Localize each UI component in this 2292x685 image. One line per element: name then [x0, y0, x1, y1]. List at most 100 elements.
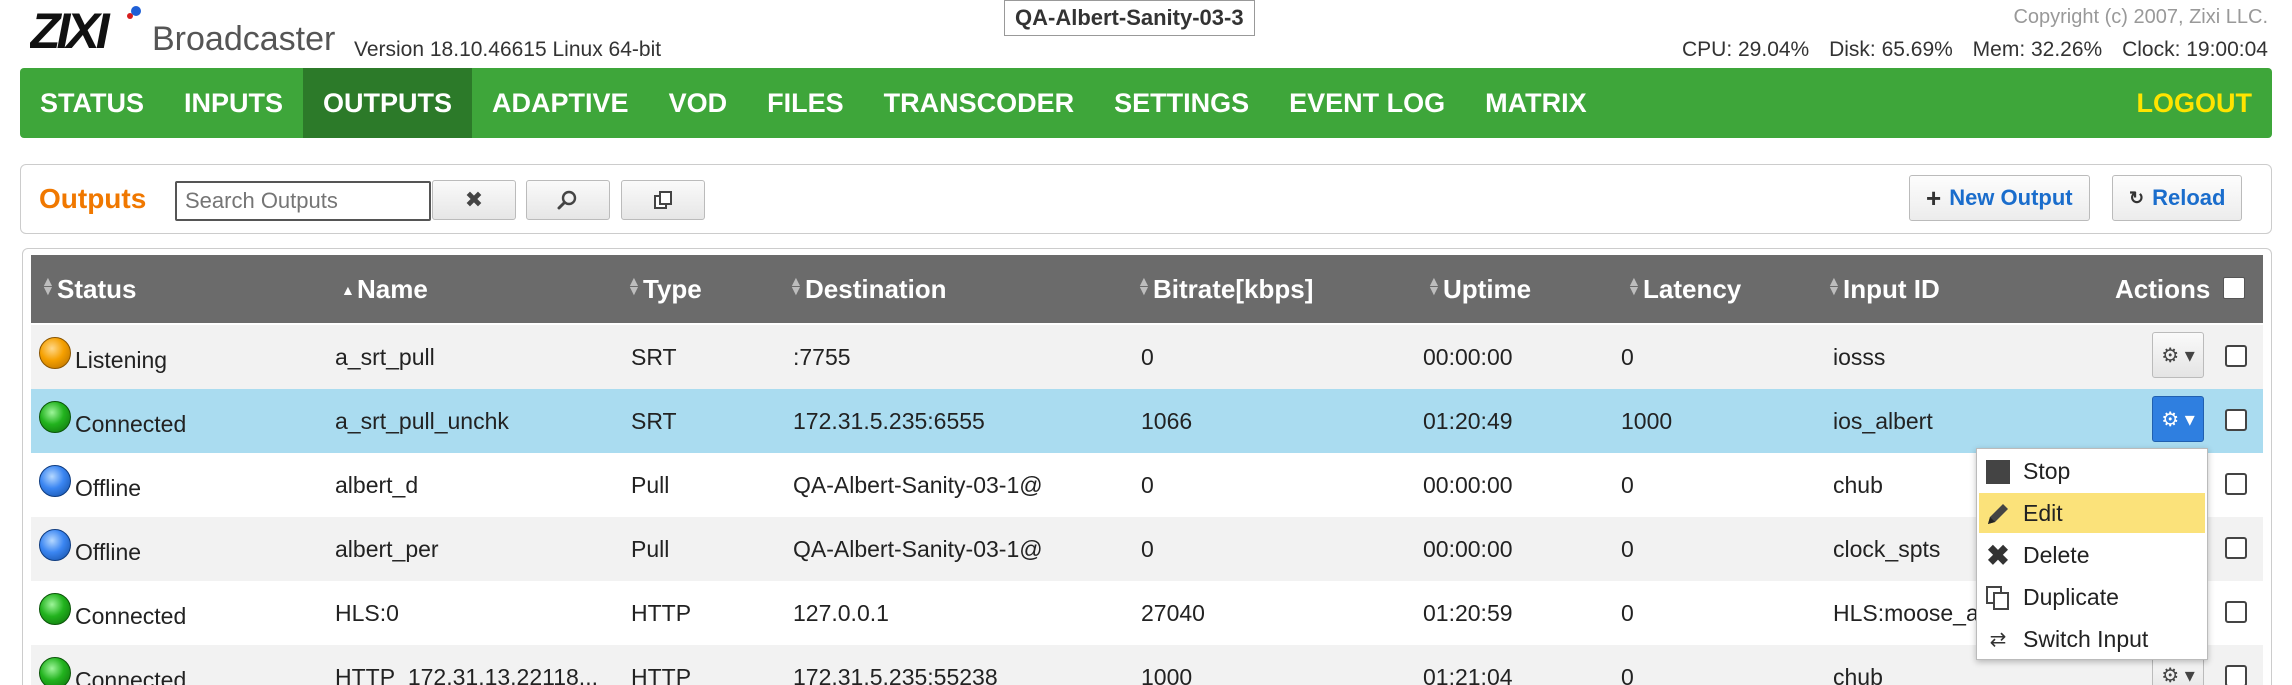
table-row[interactable]: Offline albert_per Pull QA-Albert-Sanity… — [31, 517, 2263, 581]
svg-text:ZIXI: ZIXI — [30, 3, 111, 59]
row-checkbox[interactable] — [2225, 409, 2247, 431]
menu-item-stop[interactable]: Stop — [1979, 451, 2205, 491]
status-orange-icon — [39, 337, 71, 369]
col-uptime[interactable]: ▲▼Uptime — [1427, 255, 1531, 323]
table-row[interactable]: Connected a_srt_pull_unchk SRT 172.31.5.… — [31, 389, 2263, 453]
input-id-cell: HLS:moose_a — [1833, 581, 1993, 645]
select-all-checkbox[interactable] — [2223, 277, 2245, 299]
type-cell: Pull — [631, 453, 669, 517]
col-destination[interactable]: ▲▼Destination — [789, 255, 947, 323]
col-input-id[interactable]: ▲▼Input ID — [1827, 255, 1940, 323]
status-blue-icon — [39, 465, 71, 497]
col-status[interactable]: ▲▼Status — [41, 255, 136, 323]
copy-icon — [652, 189, 674, 211]
nav-event-log[interactable]: EVENT LOG — [1269, 68, 1465, 138]
app-name: Broadcaster — [152, 20, 335, 59]
status-cell: Connected — [31, 581, 331, 645]
table-row[interactable]: Connected HLS:0 HTTP 127.0.0.1 27040 01:… — [31, 581, 2263, 645]
sort-asc-icon: ▲ — [341, 286, 351, 295]
status-green-icon — [39, 593, 71, 625]
main-nav: STATUS INPUTS OUTPUTS ADAPTIVE VOD FILES… — [20, 68, 2272, 138]
uptime-cell: 00:00:00 — [1423, 453, 1513, 517]
sort-both-icon: ▲▼ — [1137, 277, 1147, 295]
row-checkbox[interactable] — [2225, 537, 2247, 559]
table-row[interactable]: Offline albert_d Pull QA-Albert-Sanity-0… — [31, 453, 2263, 517]
new-output-label: New Output — [1949, 185, 2072, 211]
x-icon: ✖ — [1985, 543, 2011, 569]
bitrate-cell: 0 — [1141, 325, 1154, 389]
copy-button[interactable] — [621, 180, 705, 220]
nav-vod[interactable]: VOD — [649, 68, 748, 138]
row-actions-menu: Stop Edit ✖ Delete Duplicate ⇄ Switch In… — [1976, 448, 2208, 660]
destination-cell: 127.0.0.1 — [793, 581, 889, 645]
plus-icon: + — [1926, 183, 1941, 214]
sort-both-icon: ▲▼ — [1827, 277, 1837, 295]
menu-item-edit[interactable]: Edit — [1979, 493, 2205, 533]
latency-cell: 0 — [1621, 325, 1634, 389]
input-id-cell: ios_albert — [1833, 389, 1933, 453]
sort-both-icon: ▲▼ — [41, 277, 51, 295]
status-cell: Listening — [31, 325, 331, 389]
input-id-cell: iosss — [1833, 325, 1885, 389]
sort-both-icon: ▲▼ — [1627, 277, 1637, 295]
clear-search-button[interactable]: ✖ — [432, 180, 516, 220]
status-green-icon — [39, 657, 71, 685]
col-actions: Actions — [2115, 255, 2210, 323]
name-cell: a_srt_pull_unchk — [335, 389, 509, 453]
name-cell: albert_per — [335, 517, 439, 581]
app-header: ZIXI Broadcaster Version 18.10.46615 Lin… — [0, 0, 2292, 66]
bitrate-cell: 0 — [1141, 453, 1154, 517]
reload-label: Reload — [2152, 185, 2225, 211]
row-checkbox[interactable] — [2225, 665, 2247, 685]
uptime-cell: 00:00:00 — [1423, 325, 1513, 389]
nav-settings[interactable]: SETTINGS — [1094, 68, 1269, 138]
search-input[interactable] — [175, 181, 431, 221]
sort-both-icon: ▲▼ — [627, 277, 637, 295]
sort-both-icon: ▲▼ — [1427, 277, 1437, 295]
nav-transcoder[interactable]: TRANSCODER — [864, 68, 1095, 138]
type-cell: SRT — [631, 325, 677, 389]
stop-square-icon — [1985, 459, 2011, 485]
name-cell: albert_d — [335, 453, 418, 517]
latency-cell: 1000 — [1621, 389, 1672, 453]
magnifier-icon — [557, 189, 579, 211]
version-text: Version 18.10.46615 Linux 64-bit — [354, 38, 661, 62]
nav-outputs[interactable]: OUTPUTS — [303, 68, 472, 138]
reload-button[interactable]: ↻ Reload — [2112, 175, 2242, 221]
nav-matrix[interactable]: MATRIX — [1465, 68, 1607, 138]
table-row[interactable]: Connected HTTP_172.31.13.22118... HTTP 1… — [31, 645, 2263, 685]
destination-cell: :7755 — [793, 325, 851, 389]
row-checkbox[interactable] — [2225, 473, 2247, 495]
table-row[interactable]: Listening a_srt_pull SRT :7755 0 00:00:0… — [31, 325, 2263, 389]
status-cell: Offline — [31, 517, 331, 581]
nav-adaptive[interactable]: ADAPTIVE — [472, 68, 649, 138]
col-bitrate[interactable]: ▲▼Bitrate[kbps] — [1137, 255, 1313, 323]
name-cell: HLS:0 — [335, 581, 399, 645]
nav-status[interactable]: STATUS — [20, 68, 164, 138]
page-title: Outputs — [39, 183, 146, 215]
menu-item-switch-input[interactable]: ⇄ Switch Input — [1979, 619, 2205, 659]
nav-logout[interactable]: LOGOUT — [2117, 68, 2273, 138]
col-latency[interactable]: ▲▼Latency — [1627, 255, 1741, 323]
new-output-button[interactable]: + New Output — [1909, 175, 2090, 221]
menu-item-delete[interactable]: ✖ Delete — [1979, 535, 2205, 575]
row-actions-button[interactable]: ⚙ ▾ — [2152, 332, 2204, 378]
nav-inputs[interactable]: INPUTS — [164, 68, 303, 138]
row-checkbox[interactable] — [2225, 345, 2247, 367]
latency-cell: 0 — [1621, 645, 1634, 685]
disk-stat: Disk: 65.69% — [1829, 38, 1953, 61]
col-type[interactable]: ▲▼Type — [627, 255, 702, 323]
destination-cell: 172.31.5.235:55238 — [793, 645, 998, 685]
row-actions-button[interactable]: ⚙ ▾ — [2152, 396, 2204, 442]
col-name[interactable]: ▲Name — [341, 255, 428, 323]
search-button[interactable] — [526, 180, 610, 220]
type-cell: Pull — [631, 517, 669, 581]
menu-item-duplicate[interactable]: Duplicate — [1979, 577, 2205, 617]
pencil-icon — [1985, 501, 2011, 527]
input-id-cell: chub — [1833, 453, 1883, 517]
row-checkbox[interactable] — [2225, 601, 2247, 623]
refresh-icon: ↻ — [2129, 188, 2144, 209]
uptime-cell: 01:20:59 — [1423, 581, 1513, 645]
nav-files[interactable]: FILES — [747, 68, 864, 138]
uptime-cell: 00:00:00 — [1423, 517, 1513, 581]
